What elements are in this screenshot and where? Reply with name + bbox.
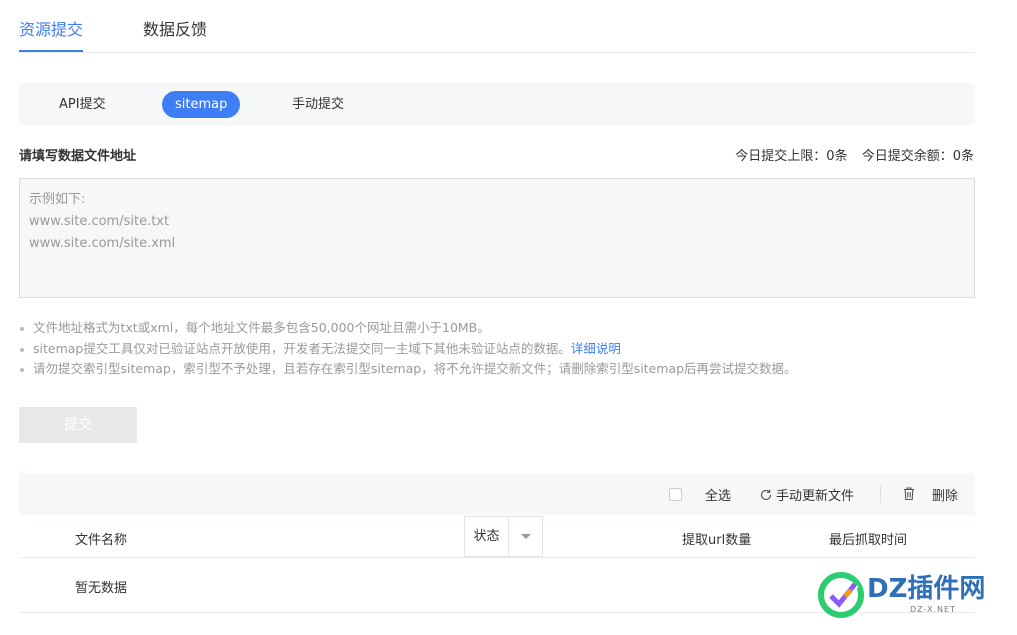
logo-icon <box>818 572 864 618</box>
submit-button[interactable]: 提交 <box>19 407 137 443</box>
table-header: 文件名称 状态 提取url数量 最后抓取时间 <box>19 516 975 558</box>
trash-icon[interactable] <box>902 486 916 501</box>
watermark-text: DZ插件网 <box>867 574 986 604</box>
toolbar-divider <box>880 486 881 503</box>
sub-tab-bar: API提交 sitemap 手动提交 <box>19 83 975 125</box>
quota-info: 今日提交上限：0条 今日提交余额：0条 <box>725 145 974 164</box>
refresh-label: 手动更新文件 <box>776 489 855 504</box>
tab-resource-submit[interactable]: 资源提交 <box>19 16 84 52</box>
details-link[interactable]: 详细说明 <box>571 341 621 356</box>
column-file-name: 文件名称 <box>75 533 128 548</box>
status-filter-dropdown[interactable]: 状态 <box>464 516 543 557</box>
sitemap-url-textarea[interactable]: 示例如下: www.site.com/site.txt www.site.com… <box>19 178 975 298</box>
delete-button[interactable]: 删除 <box>932 485 958 504</box>
refresh-icon <box>760 489 772 500</box>
subtab-manual[interactable]: 手动提交 <box>279 91 357 118</box>
placeholder-line: 示例如下: <box>29 192 86 207</box>
note-item: 请勿提交索引型sitemap，索引型不予处理，且若存在索引型sitemap，将不… <box>19 359 797 380</box>
column-last-crawl: 最后抓取时间 <box>829 533 908 548</box>
notes-list: 文件地址格式为txt或xml，每个地址文件最多包含50,000个网址且需小于10… <box>19 318 797 380</box>
placeholder-line: www.site.com/site.txt <box>29 214 170 229</box>
subtab-sitemap[interactable]: sitemap <box>162 91 241 118</box>
file-toolbar: 全选 手动更新文件 删除 <box>19 473 975 515</box>
top-tab-bar: 资源提交 数据反馈 <box>19 0 975 53</box>
note-text: 请勿提交索引型sitemap，索引型不予处理，且若存在索引型sitemap，将不… <box>33 361 797 376</box>
tab-data-feedback[interactable]: 数据反馈 <box>143 16 207 40</box>
subtab-api[interactable]: API提交 <box>46 91 119 118</box>
quota-remaining: 今日提交余额：0条 <box>861 149 974 164</box>
watermark-subtext: DZ-X.NET <box>910 605 956 614</box>
chevron-down-icon[interactable] <box>509 517 542 556</box>
column-url-count: 提取url数量 <box>682 533 752 548</box>
select-all-label[interactable]: 全选 <box>705 485 731 504</box>
select-all-checkbox[interactable] <box>669 488 682 501</box>
refresh-button[interactable]: 手动更新文件 <box>759 485 854 504</box>
empty-text: 暂无数据 <box>75 581 128 596</box>
watermark-logo: DZ插件网 DZ-X.NET <box>815 568 1015 620</box>
note-item: 文件地址格式为txt或xml，每个地址文件最多包含50,000个网址且需小于10… <box>19 318 797 339</box>
placeholder-line: www.site.com/site.xml <box>29 236 176 251</box>
status-filter-label: 状态 <box>465 517 509 556</box>
note-text: 文件地址格式为txt或xml，每个地址文件最多包含50,000个网址且需小于10… <box>33 320 490 335</box>
note-item: sitemap提交工具仅对已验证站点开放使用，开发者无法提交同一主域下其他未验证… <box>19 339 797 360</box>
note-text: sitemap提交工具仅对已验证站点开放使用，开发者无法提交同一主域下其他未验证… <box>33 340 571 356</box>
form-label: 请填写数据文件地址 <box>19 149 137 164</box>
quota-limit: 今日提交上限：0条 <box>735 149 848 164</box>
